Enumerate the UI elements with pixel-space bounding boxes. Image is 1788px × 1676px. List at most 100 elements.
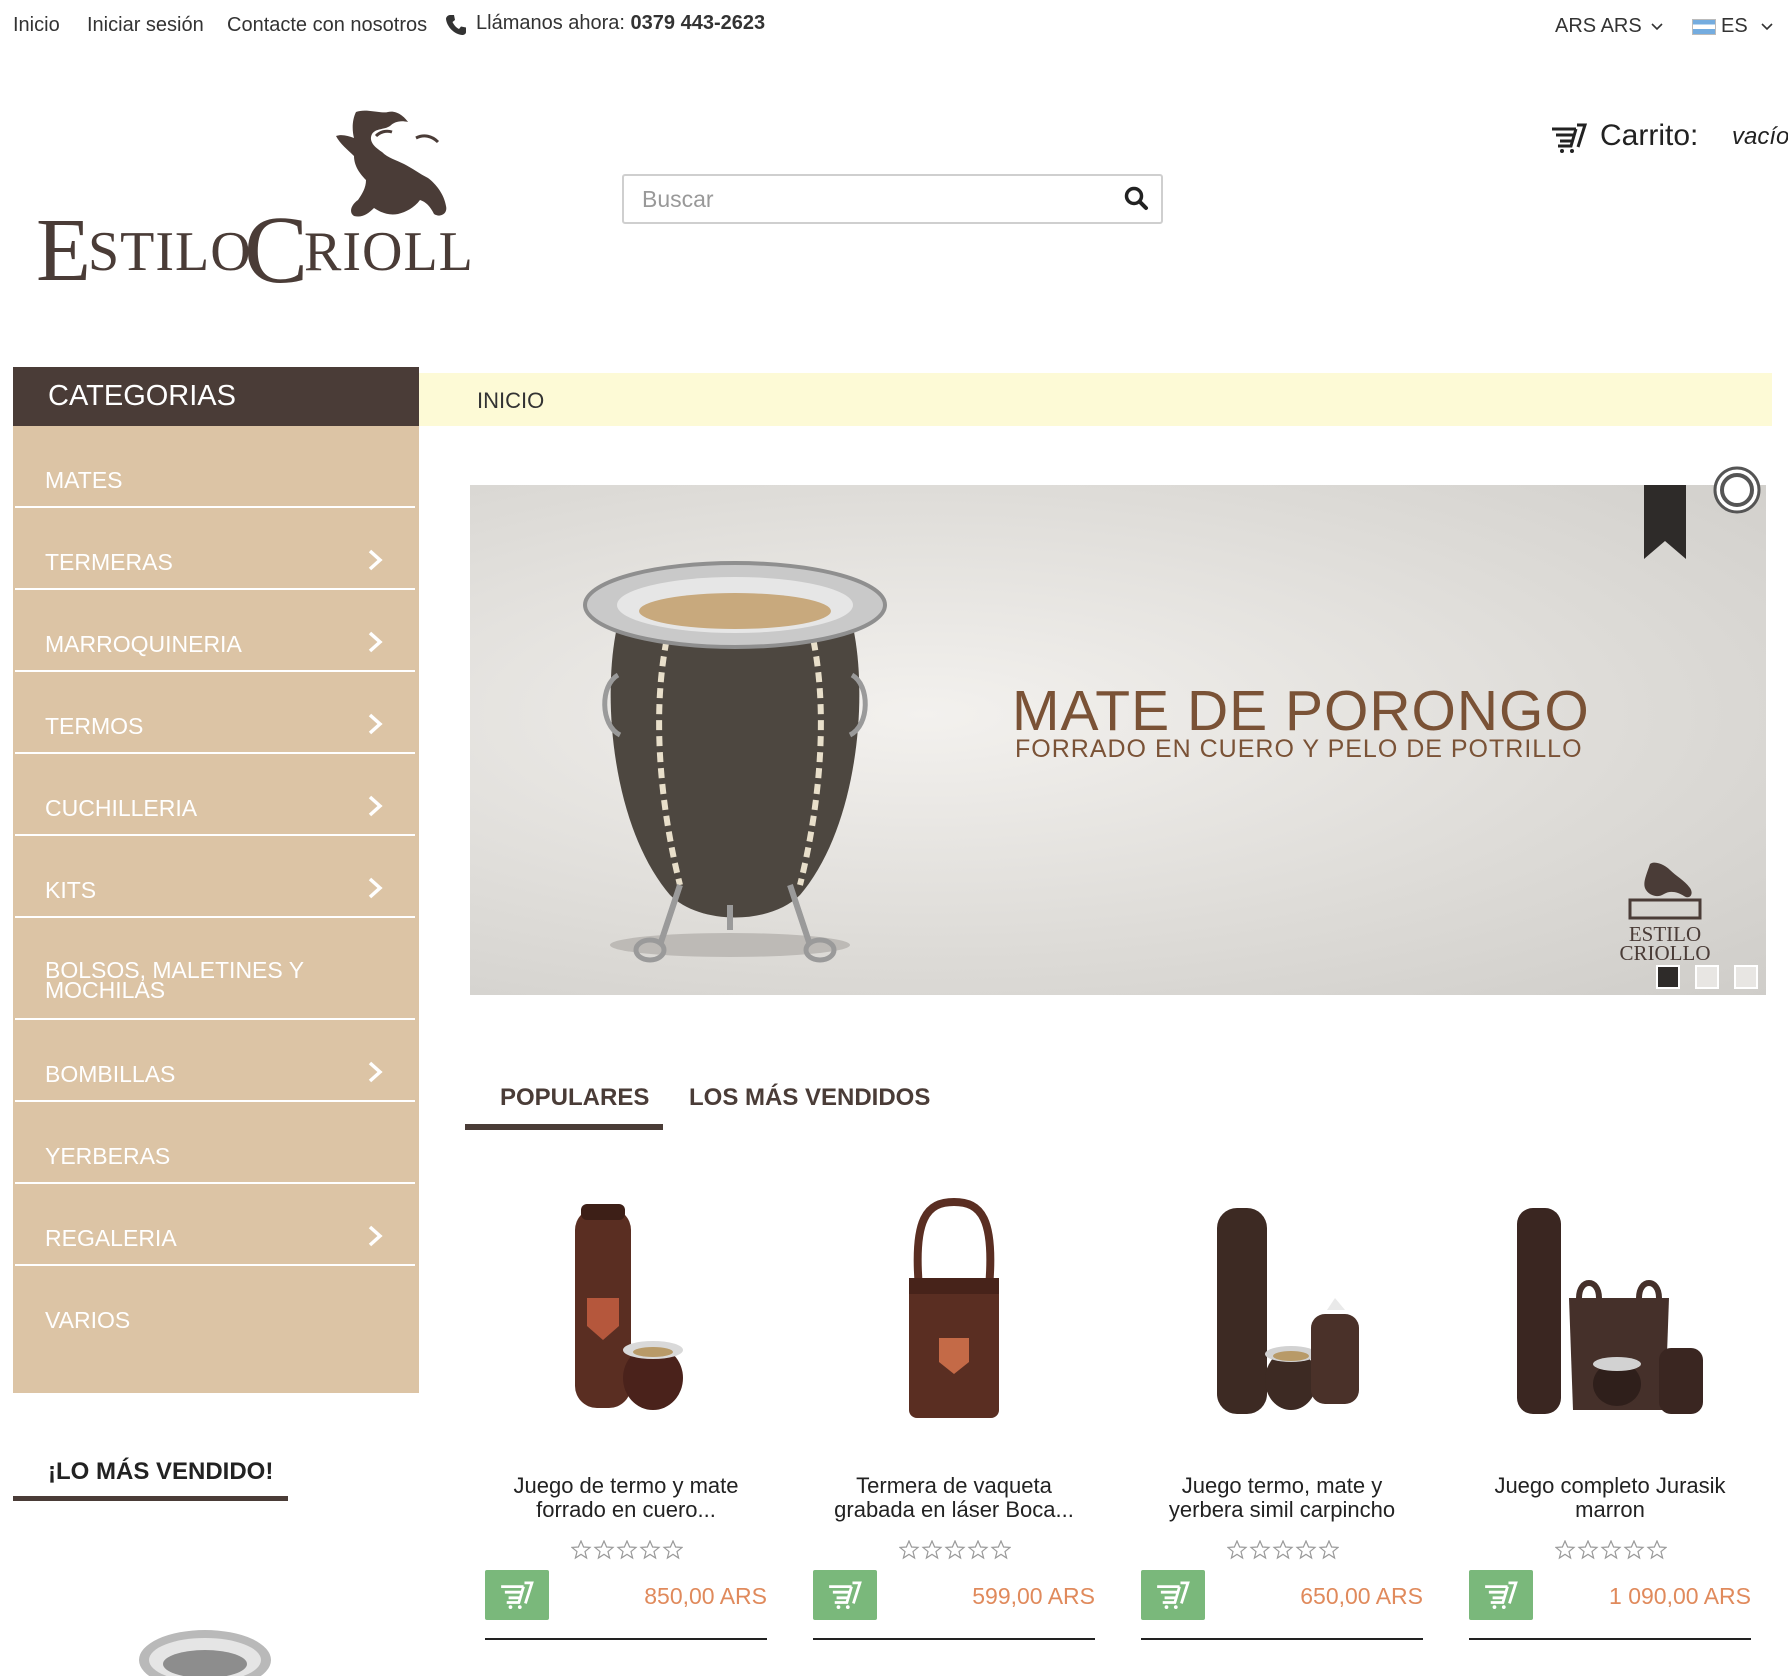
product-name-line-2: yerbera simil carpincho — [1168, 1497, 1396, 1522]
cart-icon — [501, 1581, 534, 1609]
product-image[interactable] — [1141, 1198, 1423, 1428]
slide-dot-2[interactable] — [1695, 965, 1719, 989]
site-logo[interactable]: E STILO C RIOLLO — [36, 108, 514, 303]
currency-selector[interactable]: ARS ARS — [1555, 15, 1663, 38]
category-label: KITS — [45, 877, 97, 903]
category-label: BOLSOS, MALETINES Y MOCHILAS — [45, 957, 304, 1003]
cart-icon — [829, 1581, 862, 1609]
product-name-line-1: Juego completo Jurasik — [1494, 1473, 1726, 1498]
chevron-right-icon — [368, 549, 383, 571]
bookmark-icon — [1644, 485, 1686, 559]
chevron-right-icon — [368, 795, 383, 817]
call-now: Llámanos ahora: 0379 443-2623 — [476, 12, 765, 35]
tab-mas-vendidos[interactable]: LOS MÁS VENDIDOS — [689, 1084, 930, 1112]
product-name-line-1: Juego termo, mate y — [1181, 1473, 1383, 1498]
search-input[interactable] — [624, 176, 1104, 222]
category-item-mates[interactable]: MATES — [15, 426, 415, 508]
chevron-right-icon — [368, 713, 383, 735]
add-to-cart-button[interactable] — [1469, 1570, 1533, 1620]
category-label: TERMOS — [45, 713, 144, 739]
product-divider — [1141, 1638, 1423, 1640]
add-to-cart-button[interactable] — [813, 1570, 877, 1620]
bestsellers-title: ¡LO MÁS VENDIDO! — [48, 1458, 274, 1485]
product-image[interactable] — [1469, 1198, 1751, 1428]
product-image[interactable] — [485, 1198, 767, 1428]
phone-number: 0379 443-2623 — [630, 12, 766, 34]
currency-value: ARS ARS — [1555, 15, 1642, 37]
product-image[interactable] — [813, 1198, 1095, 1428]
rating-stars — [571, 1540, 683, 1560]
category-label: MARROQUINERIA — [45, 631, 242, 657]
svg-text:STILO: STILO — [88, 221, 252, 283]
category-item-termos[interactable]: TERMOS — [15, 672, 415, 754]
category-label: CUCHILLERIA — [45, 795, 198, 821]
slide-subtitle: FORRADO EN CUERO Y PELO DE POTRILLO — [1015, 735, 1583, 763]
chevron-right-icon — [368, 877, 383, 899]
chevron-right-icon — [368, 631, 383, 653]
product-name[interactable]: Juego termo, mate y yerbera simil carpin… — [1141, 1474, 1423, 1522]
rating-stars — [1227, 1540, 1339, 1560]
category-item-marroquineria[interactable]: MARROQUINERIA — [15, 590, 415, 672]
product-name[interactable]: Termera de vaqueta grabada en láser Boca… — [813, 1474, 1095, 1522]
breadcrumb-home[interactable]: INICIO — [477, 388, 544, 414]
category-item-kits[interactable]: KITS — [15, 836, 415, 918]
bestsellers-underline — [13, 1496, 288, 1501]
breadcrumb: INICIO — [419, 373, 1772, 426]
product-price: 1 090,00 ARS — [1609, 1583, 1751, 1609]
cart-icon — [1485, 1581, 1518, 1609]
category-label: MATES — [45, 467, 123, 493]
active-tab-underline — [465, 1124, 663, 1130]
top-bar: Inicio Iniciar sesión Contacte con nosot… — [0, 0, 1788, 52]
category-item-termeras[interactable]: TERMERAS — [15, 508, 415, 590]
product-name[interactable]: Juego completo Jurasik marron — [1469, 1474, 1751, 1522]
bestseller-thumbnail[interactable] — [130, 1620, 280, 1676]
category-item-regaleria[interactable]: REGALERIA — [15, 1184, 415, 1266]
slide-dot-1[interactable] — [1656, 965, 1680, 989]
slider-pause-icon[interactable] — [1712, 465, 1762, 515]
cart-icon — [1550, 123, 1588, 153]
product-divider — [813, 1638, 1095, 1640]
tab-populares[interactable]: POPULARES — [500, 1084, 649, 1112]
cart-state: vacío — [1732, 123, 1788, 150]
product-card: Juego de termo y mate forrado en cuero..… — [485, 1198, 767, 1640]
category-label: TERMERAS — [45, 549, 173, 575]
hero-slider[interactable]: MATE DE PORONGO FORRADO EN CUERO Y PELO … — [470, 485, 1766, 995]
cart-label: Carrito: — [1600, 119, 1699, 152]
product-divider — [1469, 1638, 1751, 1640]
rating-stars — [899, 1540, 1011, 1560]
product-price: 650,00 ARS — [1300, 1583, 1423, 1609]
product-name-line-2: grabada en láser Boca... — [834, 1497, 1074, 1522]
category-item-cuchilleria[interactable]: CUCHILLERIA — [15, 754, 415, 836]
rating-stars — [1555, 1540, 1667, 1560]
cart-icon — [1157, 1581, 1190, 1609]
search-icon — [1124, 186, 1148, 210]
category-item-yerberas[interactable]: YERBERAS — [15, 1102, 415, 1184]
product-card: Juego completo Jurasik marron 1 090,00 A… — [1469, 1198, 1751, 1640]
top-link-login[interactable]: Iniciar sesión — [87, 14, 204, 37]
search-button[interactable] — [1123, 185, 1151, 213]
add-to-cart-button[interactable] — [1141, 1570, 1205, 1620]
top-link-contact[interactable]: Contacte con nosotros — [227, 14, 427, 37]
chevron-down-icon — [1761, 23, 1773, 30]
product-name-line-1: Juego de termo y mate — [513, 1473, 739, 1498]
product-card: Termera de vaqueta grabada en láser Boca… — [813, 1198, 1095, 1640]
category-item-varios[interactable]: VARIOS — [15, 1266, 415, 1348]
language-selector[interactable]: ES — [1721, 15, 1773, 38]
category-item-bolsos[interactable]: BOLSOS, MALETINES Y MOCHILAS — [15, 918, 415, 1020]
argentina-flag-icon — [1692, 19, 1716, 35]
chevron-right-icon — [368, 1225, 383, 1247]
category-label: BOMBILLAS — [45, 1061, 176, 1087]
mate-image — [583, 561, 887, 963]
add-to-cart-button[interactable] — [485, 1570, 549, 1620]
product-name-line-2: forrado en cuero... — [536, 1497, 716, 1522]
call-label: Llámanos ahora: — [476, 12, 625, 34]
svg-text:RIOLLO: RIOLLO — [304, 221, 476, 283]
phone-icon — [446, 14, 466, 36]
category-item-bombillas[interactable]: BOMBILLAS — [15, 1020, 415, 1102]
slide-dot-3[interactable] — [1734, 965, 1758, 989]
product-name-line-1: Termera de vaqueta — [856, 1473, 1052, 1498]
language-value: ES — [1721, 15, 1748, 37]
product-name[interactable]: Juego de termo y mate forrado en cuero..… — [485, 1474, 767, 1522]
category-label: YERBERAS — [45, 1143, 171, 1169]
top-link-home[interactable]: Inicio — [13, 14, 60, 37]
